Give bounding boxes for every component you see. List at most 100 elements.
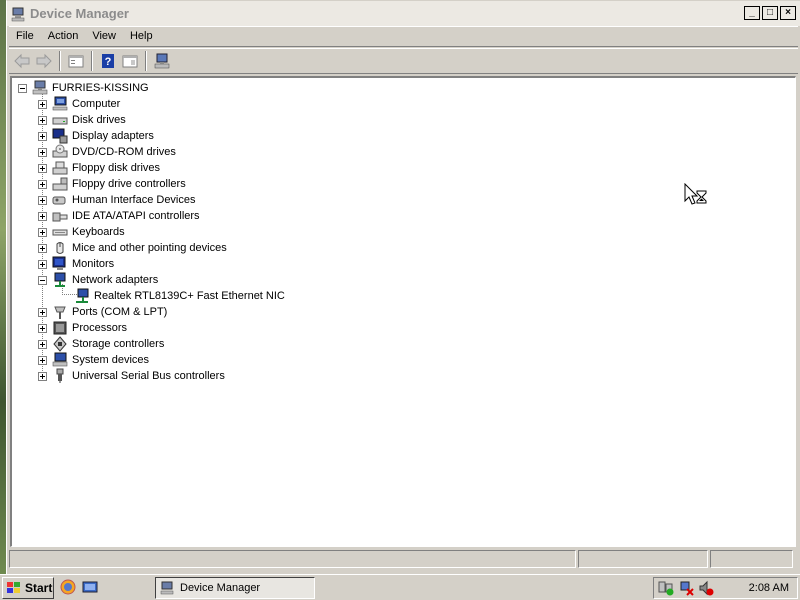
tree-item-label: Mice and other pointing devices bbox=[72, 242, 227, 254]
monitor-icon bbox=[52, 256, 66, 270]
expand-toggle[interactable] bbox=[38, 227, 47, 237]
tree-item-network-adapters[interactable]: Network adapters bbox=[38, 272, 159, 288]
toolbar-separator bbox=[59, 51, 61, 71]
expand-toggle[interactable] bbox=[38, 99, 47, 109]
status-pane-tertiary bbox=[710, 550, 793, 568]
tree-item-dvd-drives[interactable]: DVD/CD-ROM drives bbox=[38, 144, 177, 160]
tree-item-label: Disk drives bbox=[72, 114, 126, 126]
menu-help[interactable]: Help bbox=[123, 27, 160, 46]
device-manager-icon bbox=[160, 581, 174, 595]
tree-item-monitors[interactable]: Monitors bbox=[38, 256, 115, 272]
quick-launch bbox=[60, 579, 98, 595]
network-card-icon bbox=[76, 288, 89, 303]
expand-toggle[interactable] bbox=[38, 323, 47, 333]
expand-toggle[interactable] bbox=[38, 243, 47, 253]
tree-item-storage-controllers[interactable]: Storage controllers bbox=[38, 336, 165, 352]
browser-icon[interactable] bbox=[60, 579, 76, 595]
expand-toggle[interactable] bbox=[38, 163, 47, 173]
tree-item-label: Universal Serial Bus controllers bbox=[72, 370, 225, 382]
forward-button[interactable] bbox=[33, 50, 55, 72]
tree-item-label: Monitors bbox=[72, 258, 115, 270]
network-disconnected-icon[interactable] bbox=[678, 580, 694, 596]
toolbar: ? bbox=[9, 48, 798, 74]
tree-item-floppy-disk-drives[interactable]: Floppy disk drives bbox=[38, 160, 161, 176]
tree-item-label: Floppy drive controllers bbox=[72, 178, 186, 190]
expand-toggle[interactable] bbox=[38, 195, 47, 205]
storage-controller-icon bbox=[53, 336, 67, 352]
collapse-toggle[interactable] bbox=[18, 83, 27, 93]
disk-drive-icon bbox=[52, 117, 68, 125]
tree-item-display-adapters[interactable]: Display adapters bbox=[38, 128, 155, 144]
tree-item-mice[interactable]: Mice and other pointing devices bbox=[38, 240, 228, 256]
toolbar-separator bbox=[91, 51, 93, 71]
tree-item-ide-controllers[interactable]: IDE ATA/ATAPI controllers bbox=[38, 208, 201, 224]
tree-child-realtek-nic[interactable]: Realtek RTL8139C+ Fast Ethernet NIC bbox=[74, 288, 286, 304]
expand-toggle[interactable] bbox=[38, 131, 47, 141]
tree-item-floppy-drive-controllers[interactable]: Floppy drive controllers bbox=[38, 176, 187, 192]
view-button[interactable] bbox=[119, 50, 141, 72]
help-icon: ? bbox=[102, 54, 114, 68]
tree-item-usb-controllers[interactable]: Universal Serial Bus controllers bbox=[38, 368, 226, 384]
show-desktop-icon[interactable] bbox=[82, 579, 98, 595]
expand-toggle[interactable] bbox=[38, 147, 47, 157]
tree-item-processors[interactable]: Processors bbox=[38, 320, 128, 336]
status-pane-secondary bbox=[578, 550, 708, 568]
tree-item-keyboards[interactable]: Keyboards bbox=[38, 224, 126, 240]
tree-item-label: Computer bbox=[72, 98, 121, 110]
processor-icon bbox=[53, 321, 67, 335]
system-tray: 2:08 AM bbox=[653, 577, 798, 599]
device-manager-window: Device Manager _ □ × File Action View He… bbox=[6, 0, 800, 574]
menu-file[interactable]: File bbox=[9, 27, 41, 46]
taskbar-device-manager-button[interactable]: Device Manager bbox=[155, 577, 315, 599]
windows-logo-icon bbox=[7, 582, 20, 593]
taskbar-button-label: Device Manager bbox=[180, 582, 261, 594]
port-icon bbox=[54, 306, 66, 319]
system-device-icon bbox=[52, 352, 68, 367]
expand-toggle[interactable] bbox=[38, 371, 47, 381]
device-manager-icon bbox=[11, 7, 25, 21]
minimize-button[interactable]: _ bbox=[744, 6, 760, 20]
tree-item-human-interface-devices[interactable]: Human Interface Devices bbox=[38, 192, 197, 208]
back-button[interactable] bbox=[11, 50, 33, 72]
properties-button[interactable] bbox=[65, 50, 87, 72]
scan-hardware-icon bbox=[154, 53, 170, 69]
tree-item-label: Display adapters bbox=[72, 130, 154, 142]
expand-toggle[interactable] bbox=[38, 115, 47, 125]
tree-item-label: Human Interface Devices bbox=[72, 194, 196, 206]
menu-bar: File Action View Help bbox=[9, 26, 798, 47]
expand-toggle[interactable] bbox=[38, 355, 47, 365]
tree-item-system-devices[interactable]: System devices bbox=[38, 352, 150, 368]
tree-item-disk-drives[interactable]: Disk drives bbox=[38, 112, 127, 128]
expand-toggle[interactable] bbox=[38, 179, 47, 189]
tree-item-ports[interactable]: Ports (COM & LPT) bbox=[38, 304, 168, 320]
close-button[interactable]: × bbox=[780, 6, 796, 20]
taskbar: Start Device Manager 2:08 AM bbox=[0, 574, 800, 600]
collapse-toggle[interactable] bbox=[38, 275, 47, 285]
clock[interactable]: 2:08 AM bbox=[749, 582, 789, 594]
title-bar[interactable]: Device Manager _ □ × bbox=[7, 1, 800, 26]
tree-item-computer[interactable]: Computer bbox=[38, 96, 121, 112]
expand-toggle[interactable] bbox=[38, 259, 47, 269]
maximize-button[interactable]: □ bbox=[762, 6, 778, 20]
expand-toggle[interactable] bbox=[38, 339, 47, 349]
usb-icon bbox=[56, 368, 64, 383]
window-title: Device Manager bbox=[30, 6, 129, 21]
menu-view[interactable]: View bbox=[85, 27, 123, 46]
expand-toggle[interactable] bbox=[38, 307, 47, 317]
device-tree[interactable]: FURRIES-KISSING Computer Disk drives Dis… bbox=[10, 76, 796, 547]
tree-root[interactable]: FURRIES-KISSING bbox=[18, 80, 150, 96]
tree-item-label: Processors bbox=[72, 322, 128, 334]
busy-cursor-icon bbox=[684, 183, 707, 205]
network-connected-icon[interactable] bbox=[658, 580, 674, 596]
mouse-icon bbox=[56, 242, 64, 254]
view-icon bbox=[122, 55, 138, 68]
expand-toggle[interactable] bbox=[38, 211, 47, 221]
help-button[interactable]: ? bbox=[97, 50, 119, 72]
computer-icon bbox=[52, 96, 68, 111]
start-button[interactable]: Start bbox=[2, 577, 54, 599]
volume-muted-icon[interactable] bbox=[698, 580, 714, 596]
toolbar-separator bbox=[145, 51, 147, 71]
scan-hardware-button[interactable] bbox=[151, 50, 173, 72]
menu-action[interactable]: Action bbox=[41, 27, 86, 46]
tree-item-label: Network adapters bbox=[72, 274, 159, 286]
